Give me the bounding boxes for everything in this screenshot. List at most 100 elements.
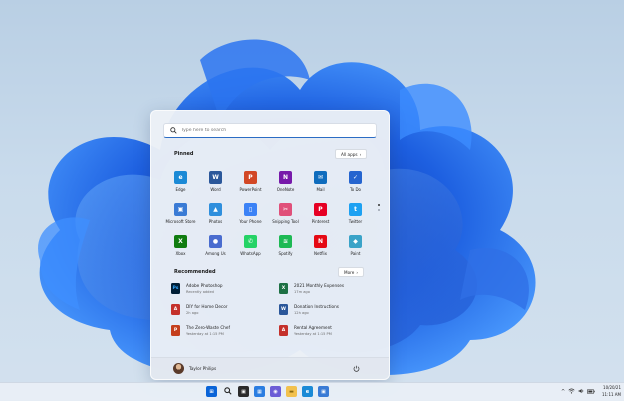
search-icon bbox=[168, 126, 178, 136]
onenote-icon: N bbox=[279, 171, 292, 184]
clock[interactable]: 10/20/21 11:11 AM bbox=[599, 385, 621, 398]
app-label: Your Phone bbox=[239, 219, 262, 224]
app-label: Pinterest bbox=[311, 219, 330, 224]
app-label: Microsoft Store bbox=[165, 219, 196, 224]
app-label: Netflix bbox=[313, 251, 328, 256]
recommended-item[interactable]: X 2021 Monthly Expenses 17m ago bbox=[279, 283, 344, 294]
pinned-app-xbox[interactable]: X Xbox bbox=[163, 231, 198, 263]
windows-icon: ⊞ bbox=[209, 388, 214, 395]
app-label: To Do bbox=[349, 187, 361, 192]
pdf-file-icon: A bbox=[279, 325, 288, 336]
photoshop-icon: Ps bbox=[171, 283, 180, 294]
recommended-text: The Zero-Waste Chef Yesterday at 1:15 PM bbox=[186, 325, 230, 336]
recommended-item-subtitle: 2h ago bbox=[186, 310, 199, 315]
pinned-app-among-us[interactable]: ● Among Us bbox=[198, 231, 233, 263]
pinned-app-spotify[interactable]: ≋ Spotify bbox=[268, 231, 303, 263]
recommended-item[interactable]: W Donation Instructions 12h ago bbox=[279, 304, 339, 315]
search-box[interactable] bbox=[163, 123, 377, 138]
edge-button[interactable]: e bbox=[302, 386, 313, 397]
power-button[interactable] bbox=[352, 364, 361, 373]
app-label: Mail bbox=[316, 187, 325, 192]
wifi-icon[interactable] bbox=[568, 388, 575, 396]
spotify-icon: ≋ bbox=[279, 235, 292, 248]
avatar[interactable] bbox=[173, 363, 184, 374]
all-apps-button[interactable]: All apps › bbox=[335, 149, 368, 159]
recommended-item-name: Rental Agreement bbox=[294, 325, 332, 330]
chevron-up-icon[interactable]: ^ bbox=[561, 389, 565, 395]
battery-icon[interactable] bbox=[587, 388, 595, 396]
recommended-item-subtitle: 12h ago bbox=[294, 310, 309, 315]
app-label: Among Us bbox=[205, 251, 226, 256]
xbox-icon: X bbox=[174, 235, 187, 248]
chat-icon: ◉ bbox=[273, 388, 278, 395]
volume-icon[interactable] bbox=[578, 388, 584, 396]
pinned-app-your-phone[interactable]: ▯ Your Phone bbox=[233, 199, 268, 231]
chevron-right-icon: › bbox=[356, 269, 359, 275]
file-explorer-button[interactable]: ▬ bbox=[286, 386, 297, 397]
recommended-item-subtitle: Recently added bbox=[186, 289, 214, 294]
pdf-file-icon: A bbox=[171, 304, 180, 315]
chat-button[interactable]: ◉ bbox=[270, 386, 281, 397]
widgets-button[interactable]: ▦ bbox=[254, 386, 265, 397]
page-dot[interactable] bbox=[378, 209, 380, 212]
pinned-app-powerpoint[interactable]: P PowerPoint bbox=[233, 167, 268, 199]
taskbar: ⊞ ▣ ▦ ◉ ▬ e ▣ ^ 10/20/21 11:11 AM bbox=[0, 382, 624, 401]
search-button[interactable] bbox=[222, 386, 233, 397]
recommended-text: Rental Agreement Yesterday at 1:15 PM bbox=[294, 325, 332, 336]
search-icon bbox=[223, 386, 232, 397]
word-file-icon: W bbox=[279, 304, 288, 315]
clock-date: 10/20/21 bbox=[603, 385, 621, 390]
mail-icon: ✉ bbox=[314, 171, 327, 184]
pinned-app-pinterest[interactable]: P Pinterest bbox=[303, 199, 338, 231]
system-tray[interactable]: ^ bbox=[561, 388, 595, 396]
app-label: PowerPoint bbox=[239, 187, 262, 192]
phone-icon: ▯ bbox=[244, 203, 257, 216]
page-dot-active[interactable] bbox=[378, 204, 381, 207]
start-footer: Taylor Philips bbox=[151, 357, 389, 379]
snipping-tool-icon: ✂ bbox=[279, 203, 292, 216]
start-menu: Pinned All apps › e Edge W Word P PowerPoint N… bbox=[150, 110, 390, 380]
pinned-app-mail[interactable]: ✉ Mail bbox=[303, 167, 338, 199]
pinned-app-word[interactable]: W Word bbox=[198, 167, 233, 199]
task-view-button[interactable]: ▣ bbox=[238, 386, 249, 397]
search-input[interactable] bbox=[178, 128, 361, 133]
recommended-item-subtitle: 17m ago bbox=[294, 289, 310, 294]
pinned-app-onenote[interactable]: N OneNote bbox=[268, 167, 303, 199]
app-label: Spotify bbox=[278, 251, 293, 256]
excel-file-icon: X bbox=[279, 283, 288, 294]
user-name[interactable]: Taylor Philips bbox=[189, 366, 216, 371]
whatsapp-icon: ✆ bbox=[244, 235, 257, 248]
all-apps-label: All apps bbox=[341, 151, 358, 157]
start-button[interactable]: ⊞ bbox=[206, 386, 217, 397]
word-icon: W bbox=[209, 171, 222, 184]
folder-icon: ▬ bbox=[289, 388, 294, 395]
photos-icon: ▲ bbox=[209, 203, 222, 216]
pinned-app-netflix[interactable]: N Netflix bbox=[303, 231, 338, 263]
recommended-item-name: The Zero-Waste Chef bbox=[186, 325, 230, 330]
more-button[interactable]: More › bbox=[338, 267, 365, 277]
pinned-app-to-do[interactable]: ✓ To Do bbox=[338, 167, 373, 199]
pinned-app-whatsapp[interactable]: ✆ WhatsApp bbox=[233, 231, 268, 263]
twitter-icon: t bbox=[349, 203, 362, 216]
recommended-text: Adobe Photoshop Recently added bbox=[186, 283, 223, 294]
recommended-item[interactable]: Ps Adobe Photoshop Recently added bbox=[171, 283, 223, 294]
paint-icon: ◆ bbox=[349, 235, 362, 248]
powerpoint-file-icon: P bbox=[171, 325, 180, 336]
pinned-app-twitter[interactable]: t Twitter bbox=[338, 199, 373, 231]
pinned-title: Pinned bbox=[174, 151, 194, 157]
pinned-app-edge[interactable]: e Edge bbox=[163, 167, 198, 199]
todo-icon: ✓ bbox=[349, 171, 362, 184]
app-label: OneNote bbox=[276, 187, 295, 192]
store-button[interactable]: ▣ bbox=[318, 386, 329, 397]
pinned-app-microsoft-store[interactable]: ▣ Microsoft Store bbox=[163, 199, 198, 231]
recommended-item[interactable]: A Rental Agreement Yesterday at 1:15 PM bbox=[279, 325, 332, 336]
recommended-item[interactable]: A DIY for Home Decor 2h ago bbox=[171, 304, 228, 315]
recommended-item[interactable]: P The Zero-Waste Chef Yesterday at 1:15 PM bbox=[171, 325, 230, 336]
clock-time: 11:11 AM bbox=[602, 391, 621, 397]
netflix-icon: N bbox=[314, 235, 327, 248]
edge-icon: e bbox=[305, 388, 310, 395]
among-us-icon: ● bbox=[209, 235, 222, 248]
pinned-app-snipping-tool[interactable]: ✂ Snipping Tool bbox=[268, 199, 303, 231]
pinned-app-paint[interactable]: ◆ Paint bbox=[338, 231, 373, 263]
pinned-app-photos[interactable]: ▲ Photos bbox=[198, 199, 233, 231]
